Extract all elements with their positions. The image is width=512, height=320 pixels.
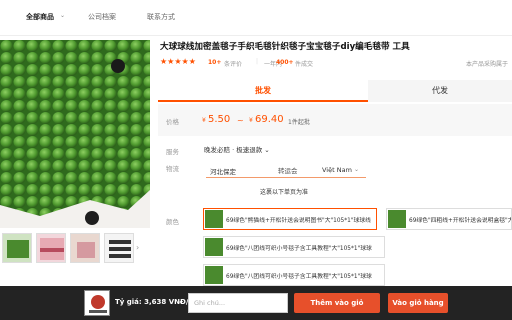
shipping-destination[interactable]: Việt Nam [322, 166, 352, 174]
service-value[interactable]: 晚发必赔 · 极速退款 ⌄ [204, 144, 270, 154]
price-range-dash: ~ [237, 116, 244, 125]
currency-symbol: ¥ [202, 117, 206, 124]
add-to-cart-button[interactable]: Thêm vào giỏ [294, 293, 380, 313]
nav-company-archive[interactable]: 公司档案 [88, 12, 116, 22]
shipping-label: 物流 [166, 165, 179, 173]
exchange-rate[interactable]: Tỷ giá: 3,638 VNĐ/ ¥ [115, 298, 196, 306]
chevron-down-icon[interactable]: ⌄ [178, 298, 183, 305]
service-label: 服务 [166, 148, 179, 156]
color-option-label: 69绿色"四粗线+开松针送会说明盒毯"大"105*1"球球 [409, 218, 511, 224]
product-main-image[interactable] [0, 40, 150, 228]
tab-wholesale[interactable]: 批发 [158, 80, 368, 102]
shop-logo [84, 290, 110, 316]
color-thumbnail [205, 210, 223, 228]
purchase-tabs: 批发 代发 [158, 80, 512, 102]
shipping-transit: 转运会 [278, 167, 298, 175]
divider: | [256, 58, 259, 65]
top-nav: 全部商品 ⌄ 公司档案 联系方式 [0, 0, 512, 36]
shop-note: 本产品采购属于 [465, 61, 508, 68]
shipping-note: 这裹以下单页为准 [260, 189, 309, 196]
color-label: 颜色 [166, 218, 179, 226]
color-thumbnail [205, 238, 223, 256]
product-stats: ★★★★★ 10+ 条评价 | 一年内 400+ 件成交 本产品采购属于 [160, 57, 510, 70]
thumbnail-2[interactable] [36, 233, 66, 263]
reviews-count[interactable]: 10+ [208, 59, 221, 66]
tab-dropship[interactable]: 代发 [368, 80, 512, 102]
price-high: 69.40 [255, 114, 284, 125]
bottom-action-bar: Tỷ giá: 3,638 VNĐ/ ¥ ⌄ Thêm vào giỏ Vào … [0, 286, 512, 320]
thumbnail-1[interactable] [2, 233, 32, 263]
color-thumbnail [388, 210, 406, 228]
yarn-blanket-illustration [0, 40, 150, 228]
color-option-label: 69绿色"熊猫线+开松针送会说明图书"大"105*1"球球线 [226, 218, 371, 224]
chevron-down-icon[interactable]: ⌄ [60, 12, 65, 19]
product-title: 大球球线加密盖毯子手织毛毯针织毯子宝宝毯子diy编毛毯带 工具 [160, 42, 410, 52]
color-option[interactable]: 69绿色"四粗线+开松针送会说明盒毯"大"105*1"球球 [386, 208, 512, 230]
currency-symbol: ¥ [249, 117, 253, 124]
note-input[interactable] [188, 293, 288, 313]
price-low: 5.50 [208, 114, 231, 125]
price-label: 价格 [166, 118, 179, 126]
thumbnail-3[interactable] [70, 233, 100, 263]
shipping-origin: 河北保定 [210, 168, 236, 176]
color-option-label: 69绿色"八团线可织小号毯子含工具教程"大"105*1"球球 [226, 246, 372, 252]
color-option[interactable]: 69绿色"熊猫线+开松针送会说明图书"大"105*1"球球线 [203, 208, 377, 230]
color-option[interactable]: 69绿色"八团线可织小号毯子含工具教程"大"105*1"球球 [203, 236, 385, 258]
star-icon: ★★★★★ [160, 57, 196, 66]
color-thumbnail [205, 266, 223, 284]
shipping-route-line [206, 177, 366, 178]
sales-label: 件成交 [295, 61, 314, 68]
chevron-right-icon[interactable]: › [136, 243, 139, 252]
thumbnail-4[interactable] [104, 233, 134, 263]
nav-contact[interactable]: 联系方式 [147, 12, 175, 22]
service-text: 晚发必赔 · 极速退款 [204, 146, 263, 154]
sales-count: 400+ [276, 59, 294, 66]
go-to-cart-button[interactable]: Vào giỏ hàng [388, 293, 448, 313]
reviews-label: 条评价 [224, 61, 243, 68]
min-order-qty: 1件起批 [288, 119, 310, 126]
price-box: 价格 ¥ 5.50 ~ ¥ 69.40 1件起批 [158, 104, 512, 136]
color-option-label: 69绿色"八团线可织小号毯子含工具教程"大"105*1"球球 [226, 274, 372, 280]
color-option[interactable]: 69绿色"八团线可织小号毯子含工具教程"大"105*1"球球 [203, 264, 385, 286]
chevron-down-icon: ⌄ [264, 146, 270, 154]
nav-all-products[interactable]: 全部商品 [26, 12, 54, 22]
chevron-down-icon[interactable]: ⌄ [354, 166, 359, 173]
thumbnail-row: › [0, 233, 150, 265]
